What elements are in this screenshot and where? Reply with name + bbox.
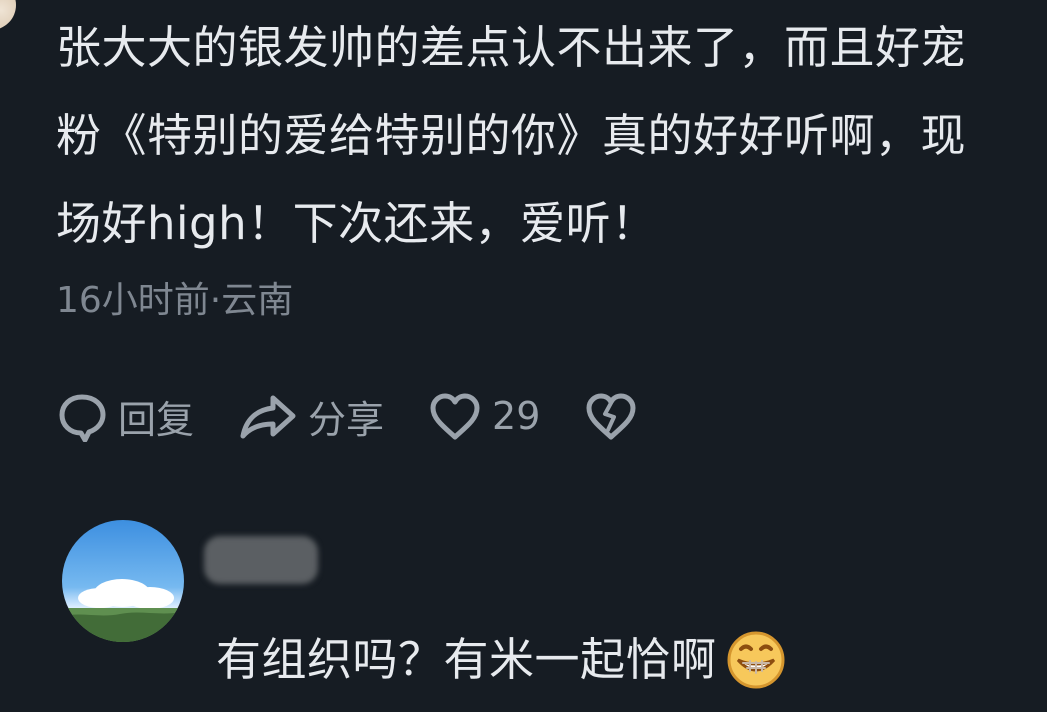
comment-meta: 16小时前·云南 xyxy=(56,280,294,321)
reply-text: 有组织吗？有米一起恰啊 xyxy=(216,633,717,686)
share-arrow-icon xyxy=(238,390,298,442)
share-label: 分享 xyxy=(308,397,385,442)
reply-card: 有组织吗？有米一起恰啊 xyxy=(60,516,1000,706)
like-button[interactable]: 29 xyxy=(428,390,540,442)
dislike-button[interactable] xyxy=(584,390,638,442)
obscured-username xyxy=(204,536,318,584)
grin-emoji-icon xyxy=(717,629,787,691)
share-button[interactable]: 分享 xyxy=(238,389,384,444)
like-count: 29 xyxy=(492,394,541,438)
reply-user-avatar[interactable] xyxy=(62,520,184,642)
broken-heart-icon xyxy=(584,390,638,442)
reply-button[interactable]: 回复 xyxy=(56,389,194,444)
comment-thread: 张大大的银发帅的差点认不出来了，而且好宠粉《特别的爱给特别的你》真的好好听啊，现… xyxy=(0,0,1047,712)
reply-label: 回复 xyxy=(118,397,195,442)
heart-icon xyxy=(428,390,482,442)
reply-content-row: 有组织吗？有米一起恰啊 xyxy=(216,626,787,694)
previous-avatar-edge xyxy=(0,0,16,30)
comment-bubble-icon xyxy=(56,390,108,442)
comment-actions: 回复 分享 29 xyxy=(56,388,682,444)
comment-card: 张大大的银发帅的差点认不出来了，而且好宠粉《特别的爱给特别的你》真的好好听啊，现… xyxy=(56,4,1016,324)
comment-text: 张大大的银发帅的差点认不出来了，而且好宠粉《特别的爱给特别的你》真的好好听啊，现… xyxy=(56,21,967,250)
